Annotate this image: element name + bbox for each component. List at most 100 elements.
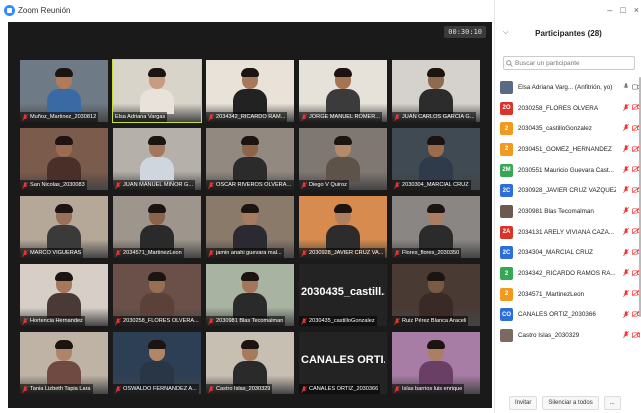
video-tile[interactable]: Elsa Adriana Vargas (112, 59, 202, 123)
participant-avatar: 2M (500, 163, 513, 177)
participant-video (231, 272, 269, 318)
mic-muted-icon[interactable] (623, 269, 629, 277)
mic-muted-icon (301, 113, 307, 121)
video-tile[interactable]: JUAN MANUEL MINOR G... (113, 128, 201, 190)
mic-icon[interactable] (623, 83, 629, 90)
video-tile[interactable]: 2034571_MartinezLeon (113, 196, 201, 258)
participant-row[interactable]: 2 2034571_MartinezLeon (500, 284, 640, 305)
video-tile[interactable]: OSCAR RIVEROS OLVERA ... (206, 128, 294, 190)
video-tile[interactable]: CANALES ORTI... CANALES ORTIZ_2030366 (299, 332, 387, 394)
more-options-button[interactable]: ... (603, 396, 621, 410)
tile-name-bar: 2030981 Blas Tecomalman (206, 316, 286, 326)
video-tile[interactable]: Muñoz_Martinez_2030812 (20, 60, 108, 122)
video-tile[interactable]: Ruiz Pérez Blanca Araceli (392, 264, 480, 326)
mic-muted-icon[interactable] (623, 207, 629, 214)
video-tile[interactable]: 2034342_RICARDO RAM... (206, 60, 294, 122)
participant-controls (623, 124, 640, 132)
video-tile[interactable]: 2030435_castill... 2030435_castilloGonzal… (299, 264, 387, 326)
mic-muted-icon[interactable] (623, 310, 629, 318)
participant-controls (623, 103, 640, 111)
video-tile[interactable]: San Nicolas_2030083 (20, 128, 108, 190)
participant-name: 2030451_GOMEZ_HERNANDEZ (518, 145, 612, 153)
mic-muted-icon (115, 249, 121, 257)
tile-name: Castro Islas_2030329 (216, 386, 271, 392)
participant-row[interactable]: 2 2030435_castilloGonzalez (500, 118, 640, 139)
video-tile[interactable]: jamin anahi guevara mal... (206, 196, 294, 258)
participant-avatar: 2 (500, 142, 513, 156)
tile-name: Islas barrios luis enrique (402, 386, 463, 392)
participant-row[interactable]: Castro Islas_2030329 (500, 325, 640, 346)
video-tile[interactable]: JUAN CARLOS GARCIA G... (392, 60, 480, 122)
mic-muted-icon[interactable] (623, 165, 629, 173)
participant-row[interactable]: 2C 2034304_MARCIAL CRUZ (500, 243, 640, 264)
mic-muted-icon[interactable] (623, 331, 629, 339)
video-tile[interactable]: 2030981 Blas Tecomalman (206, 264, 294, 326)
participant-controls (623, 248, 640, 256)
mute-all-button[interactable]: Silenciar a todos (542, 396, 599, 410)
mic-muted-icon[interactable] (623, 103, 629, 111)
tile-name-bar: San Nicolas_2030083 (20, 180, 87, 190)
video-tile[interactable]: Tania Lizbeth Tapia Lara (20, 332, 108, 394)
minimize-button[interactable]: – (607, 5, 612, 15)
participant-row[interactable]: 2 2030451_GOMEZ_HERNANDEZ (500, 139, 640, 160)
tile-name: OSCAR RIVEROS OLVERA ... (216, 182, 292, 188)
maximize-button[interactable]: □ (620, 5, 625, 15)
mic-muted-icon[interactable] (623, 124, 629, 132)
person-body (326, 225, 360, 250)
person-hair (241, 204, 259, 213)
person-hair (55, 340, 73, 349)
participant-controls (623, 207, 640, 214)
participant-row[interactable]: Elsa Adriana Varg... (Anfitrión, yo) (500, 77, 640, 98)
participant-name: 2034571_MartinezLeon (518, 290, 585, 298)
participant-name: 2030981 Blas Tecomalman (518, 207, 594, 215)
mic-muted-icon (394, 385, 400, 393)
video-tile[interactable]: Diego V Quiroz (299, 128, 387, 190)
participant-avatar (500, 329, 513, 343)
participants-panel: – □ × ⌵ Participantes (28) Buscar un par… (494, 0, 641, 413)
participant-row[interactable]: 2C 2030928_JAVIER CRUZ VAZQUEZ (500, 180, 640, 201)
tile-name: 2030258_FLORES OLVERA... (123, 318, 199, 324)
tile-name-bar: Diego V Quiroz (299, 180, 349, 190)
tile-name: Diego V Quiroz (309, 182, 347, 188)
mic-muted-icon (208, 249, 214, 257)
video-tile[interactable]: 2030928_JAVIER CRUZ VA... (299, 196, 387, 258)
video-tile[interactable]: Hortencia Hernandez (20, 264, 108, 326)
search-icon (506, 59, 513, 67)
video-tile[interactable]: JORGE MANUEL ROMER... (299, 60, 387, 122)
video-tile[interactable]: Flores_flores_2030350 (392, 196, 480, 258)
search-input[interactable]: Buscar un participante (503, 56, 635, 70)
mic-muted-icon[interactable] (623, 145, 629, 152)
video-tile[interactable]: MARCO VIGUERAS (20, 196, 108, 258)
person-body (233, 293, 267, 318)
video-tile[interactable]: 2030304_MARCIAL CRUZ (392, 128, 480, 190)
close-button[interactable]: × (634, 5, 639, 15)
tile-name-bar: 2030435_castilloGonzalez (299, 316, 377, 326)
participant-avatar: 2A (500, 225, 513, 239)
mic-muted-icon[interactable] (623, 227, 629, 235)
participant-avatar: 2O (500, 101, 513, 115)
participant-controls (623, 227, 640, 235)
mic-muted-icon (208, 317, 214, 325)
mic-muted-icon[interactable] (623, 290, 629, 297)
participant-row[interactable]: 2 2034342_RICARDO RAMOS RA... (500, 263, 640, 284)
mic-muted-icon (22, 181, 28, 189)
video-tile[interactable]: Castro Islas_2030329 (206, 332, 294, 394)
tile-name-bar: Islas barrios luis enrique (392, 384, 465, 394)
video-tile[interactable]: OSWALDO FERNANDEZ A... (113, 332, 201, 394)
camera-off-icon[interactable] (632, 331, 640, 338)
tile-name-bar: Hortencia Hernandez (20, 316, 85, 326)
tile-display-name: 2030435_castill... (301, 286, 385, 298)
participant-row[interactable]: CO CANALES ORTIZ_2030366 (500, 305, 640, 326)
invite-button[interactable]: Invitar (509, 396, 538, 410)
person-body (47, 225, 81, 250)
participant-row[interactable]: 2030981 Blas Tecomalman (500, 201, 640, 222)
participant-controls (623, 290, 640, 297)
participant-row[interactable]: 2O 2030258_FLORES OLVERA (500, 98, 640, 119)
participant-row[interactable]: 2A 2034131 ARELY VIVIANA CAZA... (500, 222, 640, 243)
mic-muted-icon[interactable] (623, 186, 629, 194)
person-hair (55, 68, 73, 77)
participant-row[interactable]: 2M 2030551 Mauricio Guevara Cast... (500, 160, 640, 181)
mic-muted-icon[interactable] (623, 248, 629, 256)
video-tile[interactable]: Islas barrios luis enrique (392, 332, 480, 394)
video-tile[interactable]: 2030258_FLORES OLVERA... (113, 264, 201, 326)
